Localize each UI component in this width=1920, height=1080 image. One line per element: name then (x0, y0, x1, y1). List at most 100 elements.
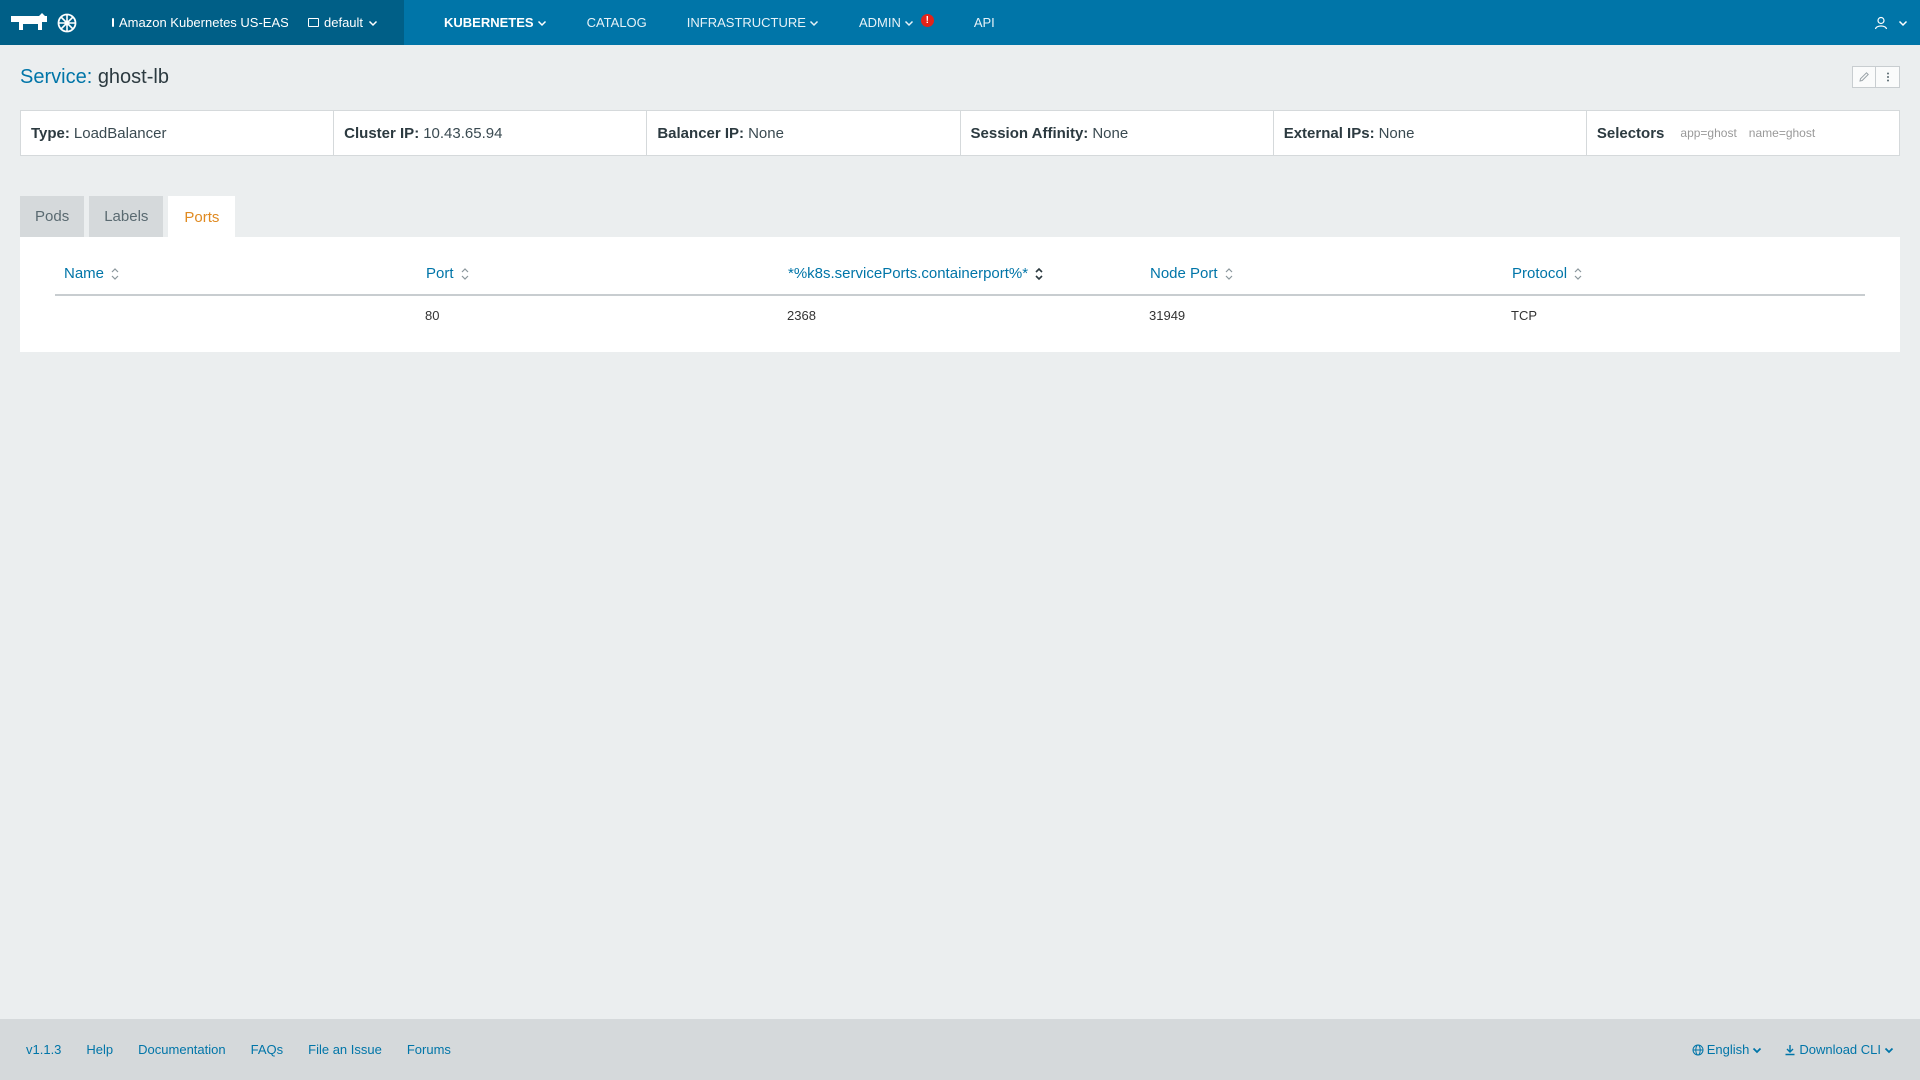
nav-kubernetes-label: KUBERNETES (444, 15, 534, 30)
nav-api[interactable]: API (954, 0, 1015, 45)
info-balancer-ip: Balancer IP: None (647, 111, 961, 155)
rancher-logo[interactable] (0, 0, 90, 45)
sort-icon (461, 267, 468, 280)
rancher-cow-icon (11, 12, 77, 32)
header-actions (1852, 66, 1900, 88)
nav-catalog-label: CATALOG (586, 15, 647, 30)
selector-tag: app=ghost (1680, 126, 1737, 140)
namespace-selector[interactable]: default (308, 15, 378, 30)
info-cluster-ip: Cluster IP: 10.43.65.94 (334, 111, 648, 155)
column-header-node-port[interactable]: Node Port (1141, 265, 1503, 282)
page-title: Service: ghost-lb (20, 66, 169, 89)
selector-tag: name=ghost (1748, 126, 1816, 140)
chevron-down-icon (537, 20, 546, 26)
nav-infrastructure-label: INFRASTRUCTURE (686, 15, 806, 30)
info-external-ips-value: None (1378, 124, 1415, 142)
namespace-name: default (324, 15, 364, 30)
table-header: Name Port *%k8s.servicePorts.containerpo… (55, 237, 1865, 296)
footer-version[interactable]: v1.1.3 (26, 1042, 61, 1057)
column-label: Node Port (1150, 265, 1218, 282)
sort-icon (111, 267, 119, 280)
page-title-prefix: Service: (20, 66, 93, 88)
chevron-down-icon (1753, 1047, 1762, 1053)
pencil-icon (1859, 72, 1869, 82)
user-icon (1874, 16, 1888, 29)
footer-links: v1.1.3 Help Documentation FAQs File an I… (0, 1042, 451, 1057)
ports-panel: Name Port *%k8s.servicePorts.containerpo… (20, 237, 1900, 352)
info-type-label: Type: (31, 124, 70, 142)
download-cli-dropdown[interactable]: Download CLI (1784, 1042, 1894, 1057)
tab-bar: Pods Labels Ports (20, 196, 236, 238)
chevron-down-icon (1898, 20, 1908, 26)
edit-button[interactable] (1852, 66, 1876, 88)
tab-ports[interactable]: Ports (168, 196, 236, 238)
page-title-name: ghost-lb (97, 66, 169, 88)
footer-file-issue-link[interactable]: File an Issue (308, 1042, 382, 1057)
ports-table: Name Port *%k8s.servicePorts.containerpo… (55, 237, 1865, 334)
sort-icon (1225, 267, 1232, 280)
nav-admin-label: ADMIN (858, 15, 901, 30)
info-external-ips-label: External IPs: (1283, 124, 1375, 142)
cluster-name: Amazon Kubernetes US-EAS (119, 15, 288, 30)
nav-api-label: API (973, 15, 995, 30)
chevron-down-icon (904, 20, 913, 26)
info-cluster-ip-label: Cluster IP: (344, 124, 420, 142)
footer: v1.1.3 Help Documentation FAQs File an I… (0, 1019, 1920, 1080)
cluster-icon (112, 18, 114, 27)
nav-admin[interactable]: ADMIN ! (839, 0, 954, 45)
info-session-affinity-label: Session Affinity: (970, 124, 1089, 142)
footer-forums-link[interactable]: Forums (407, 1042, 451, 1057)
info-type-value: LoadBalancer (73, 124, 167, 142)
top-navbar: Amazon Kubernetes US-EAS default KUBERNE… (0, 0, 1920, 45)
tab-pods[interactable]: Pods (20, 196, 85, 237)
cell-container-port: 2368 (787, 307, 816, 323)
user-menu[interactable] (1874, 0, 1908, 45)
nav-catalog[interactable]: CATALOG (567, 0, 667, 45)
language-selector[interactable]: English (1692, 1042, 1763, 1057)
sort-active-icon (1035, 267, 1043, 280)
info-session-affinity-value: None (1092, 124, 1129, 142)
download-icon (1785, 1044, 1795, 1055)
service-info-bar: Type: LoadBalancer Cluster IP: 10.43.65.… (20, 110, 1900, 156)
main-menu: KUBERNETES CATALOG INFRASTRUCTURE ADMIN … (424, 0, 1015, 45)
info-external-ips: External IPs: None (1274, 111, 1587, 155)
environment-switcher: Amazon Kubernetes US-EAS default (90, 0, 404, 45)
alert-badge-icon: ! (920, 14, 934, 27)
info-selectors-label: Selectors (1596, 124, 1665, 142)
chevron-down-icon (369, 20, 378, 26)
info-session-affinity: Session Affinity: None (961, 111, 1274, 155)
info-cluster-ip-value: 10.43.65.94 (423, 124, 503, 142)
sort-icon (1574, 267, 1582, 280)
column-label: Name (64, 265, 105, 282)
column-label: *%k8s.servicePorts.containerport%* (788, 265, 1029, 282)
footer-faqs-link[interactable]: FAQs (251, 1042, 284, 1057)
nav-kubernetes[interactable]: KUBERNETES (424, 0, 567, 45)
info-balancer-ip-label: Balancer IP: (657, 124, 745, 142)
kebab-menu-icon (1886, 72, 1889, 82)
column-header-name[interactable]: Name (55, 265, 417, 282)
globe-icon (1692, 1044, 1704, 1055)
info-balancer-ip-value: None (748, 124, 784, 142)
cell-port: 80 (425, 307, 440, 323)
footer-help-link[interactable]: Help (86, 1042, 113, 1057)
table-row: 80 2368 31949 TCP (55, 296, 1865, 334)
column-header-container-port[interactable]: *%k8s.servicePorts.containerport%* (779, 265, 1141, 282)
more-actions-button[interactable] (1876, 66, 1900, 88)
tab-labels[interactable]: Labels (89, 196, 164, 237)
chevron-down-icon (1884, 1047, 1894, 1053)
column-header-port[interactable]: Port (417, 265, 779, 282)
cluster-selector[interactable]: Amazon Kubernetes US-EAS (112, 15, 288, 30)
footer-right: English Download CLI (1692, 1019, 1894, 1080)
column-label: Port (426, 265, 454, 282)
info-selectors: Selectors app=ghost name=ghost (1587, 111, 1899, 155)
cell-protocol: TCP (1511, 307, 1537, 323)
column-header-protocol[interactable]: Protocol (1503, 265, 1865, 282)
download-cli-label: Download CLI (1799, 1042, 1881, 1057)
language-label: English (1706, 1042, 1750, 1057)
info-type: Type: LoadBalancer (21, 111, 335, 155)
namespace-icon (308, 18, 319, 27)
nav-infrastructure[interactable]: INFRASTRUCTURE (667, 0, 839, 45)
column-label: Protocol (1512, 265, 1568, 282)
footer-documentation-link[interactable]: Documentation (138, 1042, 225, 1057)
cell-node-port: 31949 (1149, 307, 1186, 323)
